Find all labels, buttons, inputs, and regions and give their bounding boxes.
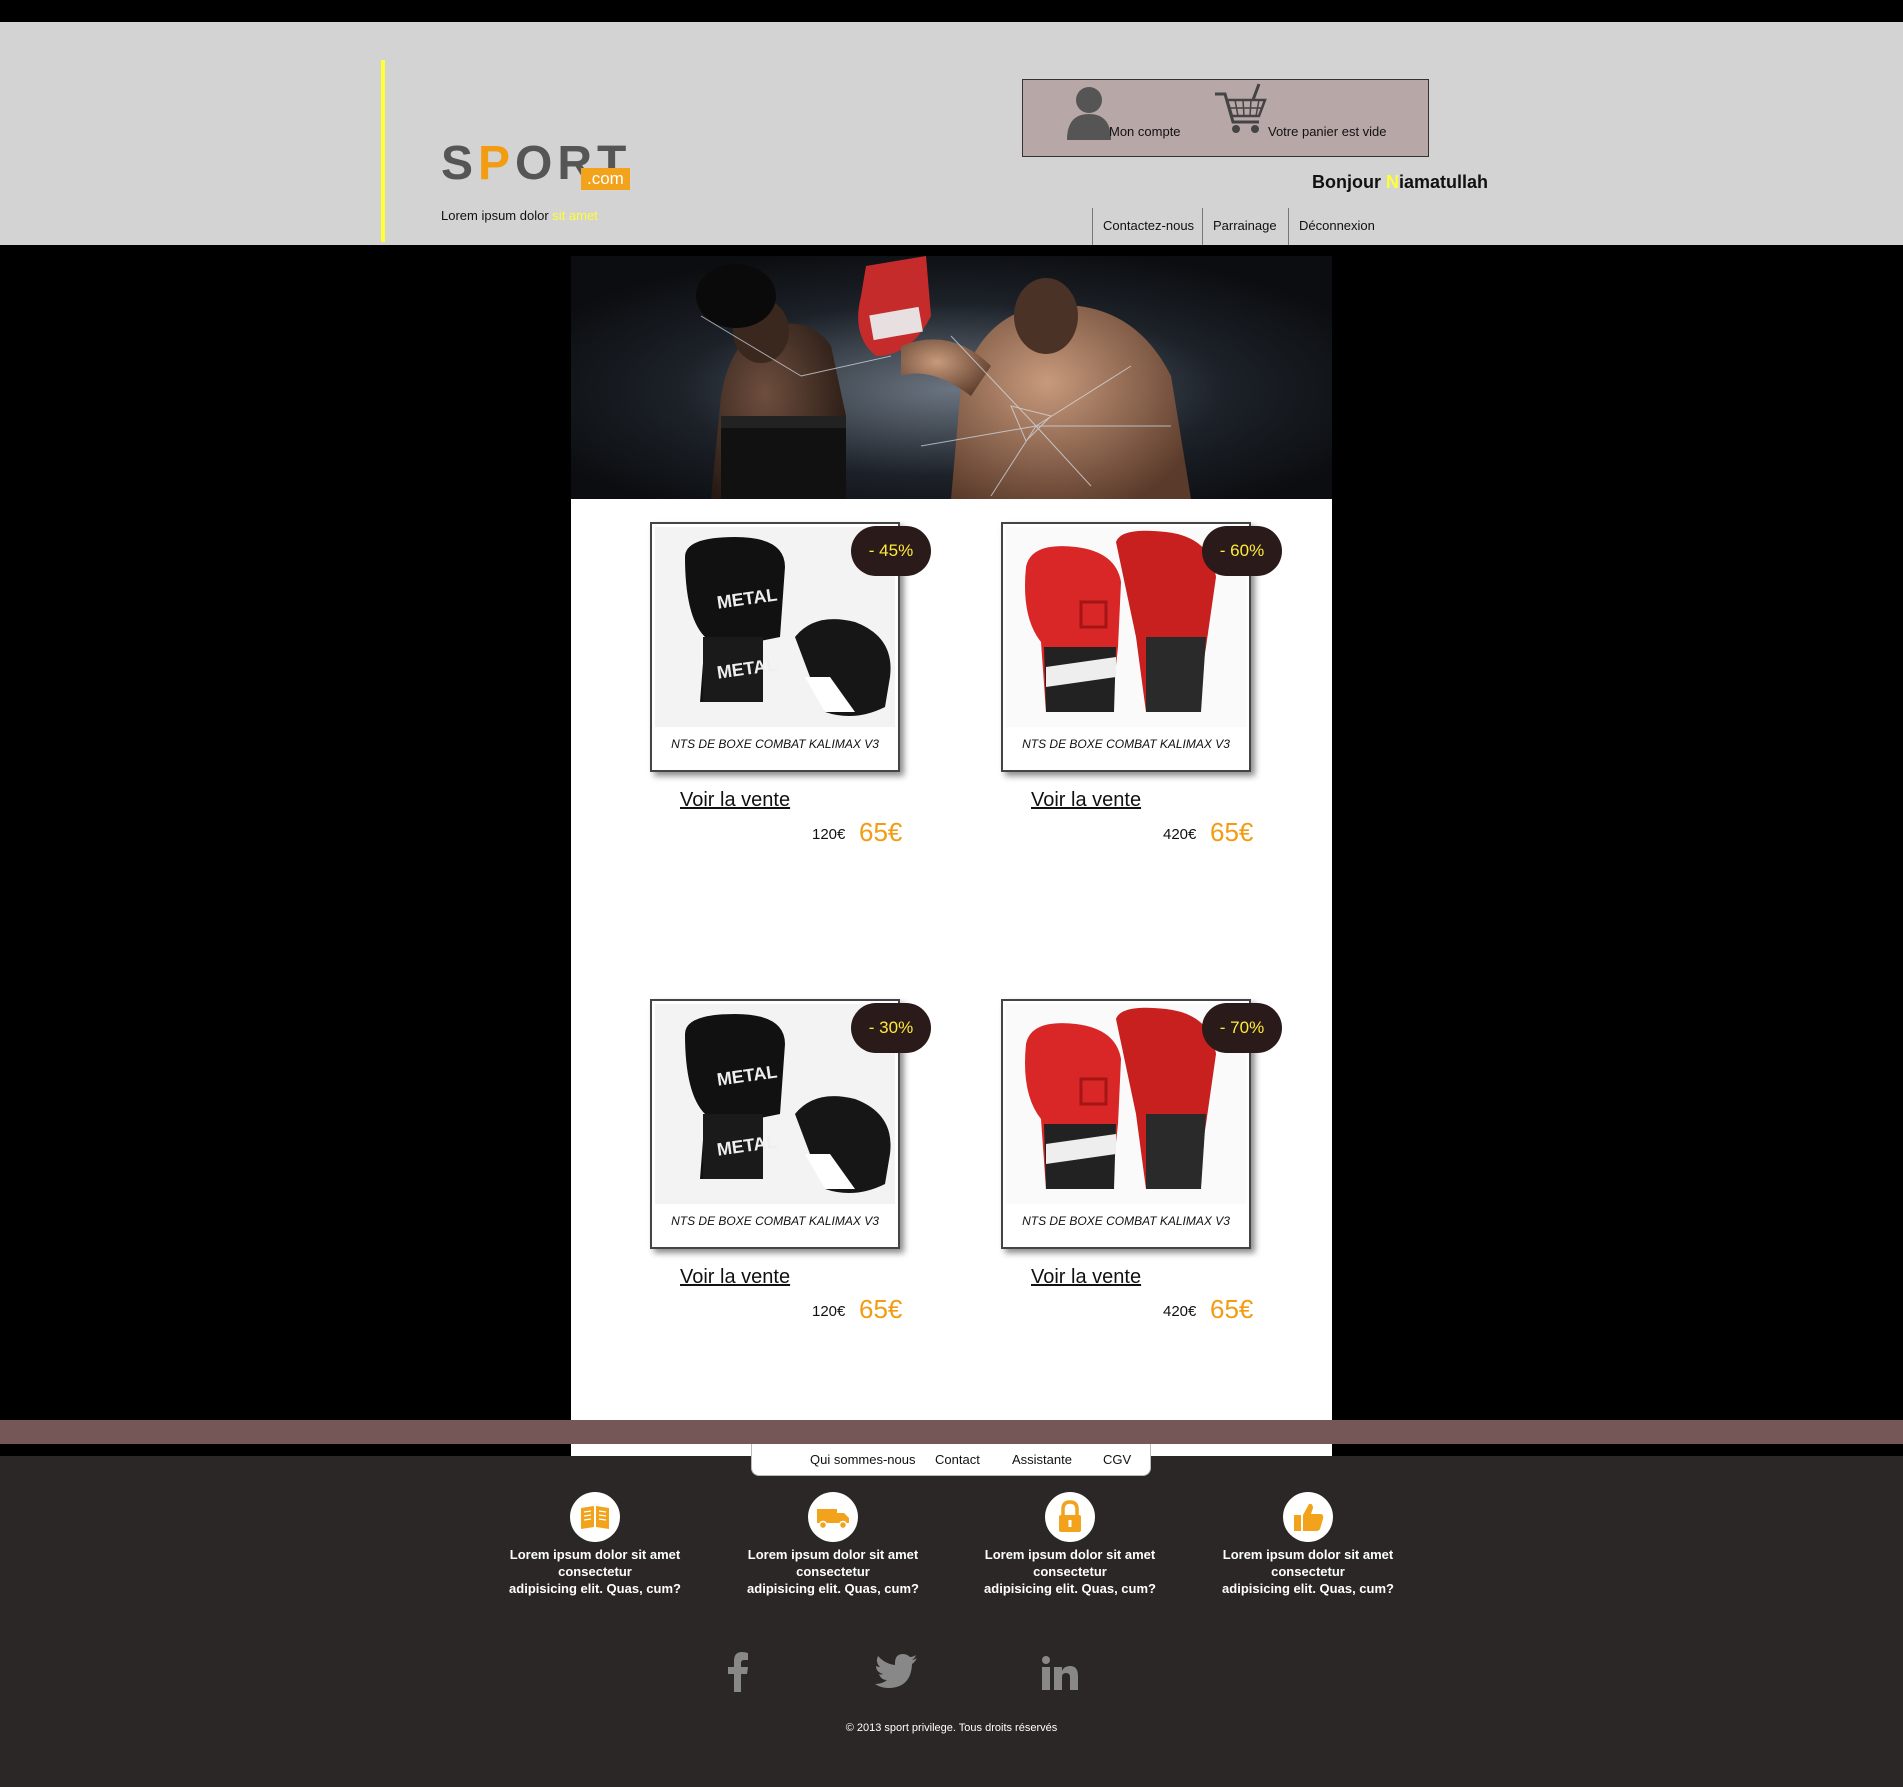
- footer-band: [0, 1420, 1903, 1444]
- sale-price: 65€: [859, 1294, 903, 1324]
- thumbs-up-icon: [1283, 1492, 1333, 1542]
- book-icon: [570, 1492, 620, 1542]
- feature-text-line: Lorem ipsum dolor sit amet consectetur: [984, 1547, 1156, 1579]
- feature-text-line: Lorem ipsum dolor sit amet consectetur: [509, 1547, 681, 1579]
- feature-text-line: adipisicing elit. Quas, cum?: [1222, 1581, 1394, 1596]
- lock-icon: [1045, 1492, 1095, 1542]
- user-greeting: Bonjour Niamatullah: [1312, 172, 1488, 193]
- sale-price: 65€: [859, 817, 903, 847]
- footer-link-support[interactable]: Assistante: [1012, 1452, 1072, 1467]
- cart-icon[interactable]: [1213, 82, 1269, 138]
- tagline: Lorem ipsum dolor sit amet: [441, 208, 598, 223]
- truck-icon: [808, 1492, 858, 1542]
- site-logo[interactable]: SPORT .com: [441, 140, 631, 190]
- nav-logout[interactable]: Déconnexion: [1288, 208, 1388, 245]
- feature-text: Lorem ipsum dolor sit amet consectetur ad…: [1188, 1546, 1428, 1597]
- view-sale-link[interactable]: Voir la vente: [1031, 1266, 1141, 1289]
- logo-suffix: .com: [581, 168, 630, 190]
- discount-badge: - 45%: [851, 526, 931, 576]
- tagline-text: Lorem ipsum dolor: [441, 208, 553, 223]
- old-price: 420€: [1163, 1303, 1197, 1320]
- account-link[interactable]: Mon compte: [1109, 124, 1181, 139]
- feature-text: Lorem ipsum dolor sit amet consectetur ad…: [950, 1546, 1190, 1597]
- hero-banner-image: [571, 256, 1332, 499]
- view-sale-link[interactable]: Voir la vente: [680, 1266, 790, 1289]
- product-caption: NTS DE BOXE COMBAT KALIMAX V3: [671, 737, 879, 751]
- nav-contact[interactable]: Contactez-nous: [1092, 208, 1202, 245]
- footer-nav: Qui sommes-nous Contact Assistante CGV: [751, 1444, 1151, 1476]
- old-price: 420€: [1163, 826, 1197, 843]
- product-caption: NTS DE BOXE COMBAT KALIMAX V3: [671, 1214, 879, 1228]
- product-caption: NTS DE BOXE COMBAT KALIMAX V3: [1022, 1214, 1230, 1228]
- feature-text-line: Lorem ipsum dolor sit amet consectetur: [1222, 1547, 1394, 1579]
- feature-text: Lorem ipsum dolor sit amet consectetur ad…: [475, 1546, 715, 1597]
- feature-text-line: Lorem ipsum dolor sit amet consectetur: [747, 1547, 919, 1579]
- footer-link-terms[interactable]: CGV: [1103, 1452, 1131, 1467]
- footer-link-about[interactable]: Qui sommes-nous: [810, 1452, 915, 1467]
- sale-price: 65€: [1210, 817, 1254, 847]
- site-header: [0, 22, 1903, 245]
- discount-badge: - 60%: [1202, 526, 1282, 576]
- greeting-name: iamatullah: [1399, 172, 1489, 192]
- feature-text-line: adipisicing elit. Quas, cum?: [509, 1581, 681, 1596]
- linkedin-icon[interactable]: [1042, 1656, 1078, 1690]
- twitter-icon[interactable]: [875, 1654, 917, 1690]
- old-price: 120€: [812, 826, 846, 843]
- feature-text: Lorem ipsum dolor sit amet consectetur ad…: [713, 1546, 953, 1597]
- nav-referral[interactable]: Parrainage: [1202, 208, 1288, 245]
- facebook-icon[interactable]: [726, 1652, 750, 1692]
- discount-badge: - 70%: [1202, 1003, 1282, 1053]
- product-caption: NTS DE BOXE COMBAT KALIMAX V3: [1022, 737, 1230, 751]
- footer-link-contact[interactable]: Contact: [935, 1452, 980, 1467]
- feature-text-line: adipisicing elit. Quas, cum?: [984, 1581, 1156, 1596]
- discount-badge: - 30%: [851, 1003, 931, 1053]
- account-cart-box: Mon compte Votre panier est vide: [1022, 79, 1429, 157]
- copyright: © 2013 sport privilege. Tous droits rése…: [845, 1722, 1058, 1734]
- feature-text-line: adipisicing elit. Quas, cum?: [747, 1581, 919, 1596]
- user-icon[interactable]: [1065, 84, 1113, 140]
- old-price: 120€: [812, 1303, 846, 1320]
- view-sale-link[interactable]: Voir la vente: [680, 789, 790, 812]
- cart-status[interactable]: Votre panier est vide: [1268, 124, 1387, 139]
- sale-price: 65€: [1210, 1294, 1254, 1324]
- header-accent-bar: [381, 60, 385, 242]
- greeting-initial: N: [1386, 172, 1399, 192]
- view-sale-link[interactable]: Voir la vente: [1031, 789, 1141, 812]
- main-content: METAL METAL NTS DE BOXE COMBAT KALIMAX V…: [571, 256, 1332, 1456]
- site-footer: [0, 1456, 1903, 1787]
- tagline-highlight: sit amet: [552, 208, 598, 223]
- greeting-word: Bonjour: [1312, 172, 1386, 192]
